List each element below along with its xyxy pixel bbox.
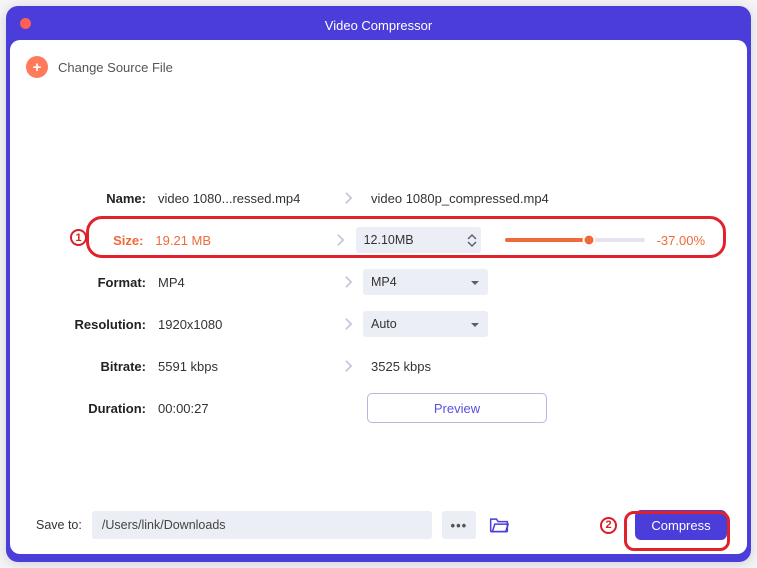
- save-to-label: Save to:: [36, 518, 82, 532]
- compress-button-label: Compress: [651, 518, 710, 533]
- row-bitrate: Bitrate: 5591 kbps 3525 kbps: [36, 346, 711, 386]
- plus-icon: +: [33, 59, 42, 76]
- content-panel: + Change Source File 1 Name: video 1080.…: [10, 40, 747, 554]
- source-format-value: MP4: [158, 275, 333, 290]
- compress-button[interactable]: Compress: [635, 510, 727, 540]
- source-size-value: 19.21 MB: [155, 233, 326, 248]
- resolution-select-value: Auto: [371, 317, 397, 331]
- chevron-down-icon: [470, 275, 480, 289]
- chevron-icon: [326, 233, 355, 247]
- label-bitrate: Bitrate:: [36, 359, 158, 374]
- source-resolution-value: 1920x1080: [158, 317, 333, 332]
- form-area: 1 Name: video 1080...ressed.mp4 video 10…: [26, 88, 731, 504]
- target-size-value: 12.10MB: [364, 233, 414, 247]
- source-bitrate-value: 5591 kbps: [158, 359, 333, 374]
- titlebar: Video Compressor: [10, 10, 747, 40]
- annotation-badge-1: 1: [70, 229, 87, 246]
- source-name-value: video 1080...ressed.mp4: [158, 191, 333, 206]
- row-name: Name: video 1080...ressed.mp4 video 1080…: [36, 178, 711, 218]
- preview-button[interactable]: Preview: [367, 393, 547, 423]
- target-bitrate-value: 3525 kbps: [363, 359, 431, 374]
- window-title: Video Compressor: [10, 18, 747, 33]
- label-duration: Duration:: [36, 401, 158, 416]
- footer: Save to: ••• 2 Compress: [26, 504, 731, 542]
- source-duration-value: 00:00:27: [158, 401, 333, 416]
- chevron-icon: [333, 317, 363, 331]
- row-format: Format: MP4 MP4: [36, 262, 711, 302]
- row-size: Size: 19.21 MB 12.10MB: [36, 220, 711, 260]
- format-select-value: MP4: [371, 275, 397, 289]
- chevron-down-icon: [470, 317, 480, 331]
- label-resolution: Resolution:: [36, 317, 158, 332]
- resolution-select[interactable]: Auto: [363, 311, 488, 337]
- slider-thumb[interactable]: [582, 234, 595, 247]
- change-source-label[interactable]: Change Source File: [58, 60, 173, 75]
- ellipsis-icon: •••: [451, 518, 468, 533]
- window-controls: [20, 18, 31, 29]
- folder-icon: [489, 516, 509, 534]
- more-options-button[interactable]: •••: [442, 511, 476, 539]
- app-window: Video Compressor + Change Source File 1 …: [6, 6, 751, 562]
- slider-fill: [505, 238, 589, 242]
- preview-button-label: Preview: [434, 401, 480, 416]
- row-duration: Duration: 00:00:27 Preview: [36, 388, 711, 428]
- row-resolution: Resolution: 1920x1080 Auto: [36, 304, 711, 344]
- format-select[interactable]: MP4: [363, 269, 488, 295]
- target-size-stepper[interactable]: 12.10MB: [356, 227, 481, 253]
- chevron-icon: [333, 275, 363, 289]
- save-path-input[interactable]: [92, 511, 432, 539]
- stepper-arrows-icon[interactable]: [467, 234, 477, 247]
- label-name: Name:: [36, 191, 158, 206]
- label-format: Format:: [36, 275, 158, 290]
- label-size: Size:: [36, 233, 155, 248]
- target-name-value[interactable]: video 1080p_compressed.mp4: [363, 191, 549, 206]
- size-percent-value: -37.00%: [657, 233, 711, 248]
- close-window-icon[interactable]: [20, 18, 31, 29]
- chevron-icon: [333, 359, 363, 373]
- annotation-badge-2: 2: [600, 517, 617, 534]
- size-slider[interactable]: [505, 238, 645, 242]
- add-source-button[interactable]: +: [26, 56, 48, 78]
- change-source-row: + Change Source File: [26, 56, 731, 78]
- chevron-icon: [333, 191, 363, 205]
- open-folder-button[interactable]: [486, 512, 512, 538]
